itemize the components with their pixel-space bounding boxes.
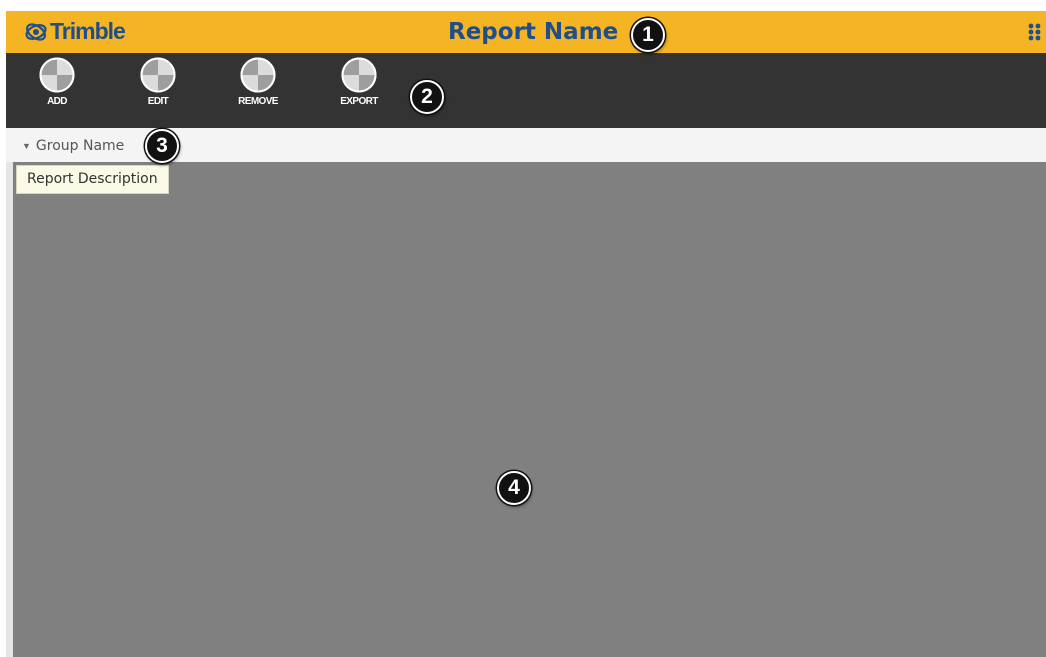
report-content-area: [13, 162, 1046, 657]
callout-3: 3: [145, 129, 179, 163]
apps-grid-icon[interactable]: [1028, 23, 1044, 41]
export-button[interactable]: EXPORT: [329, 57, 389, 121]
header-bar: Trimble Report Name: [6, 11, 1046, 53]
left-gutter: [6, 162, 13, 657]
report-title: Report Name: [448, 19, 619, 45]
remove-icon: [240, 57, 276, 93]
add-button[interactable]: ADD: [27, 57, 87, 121]
group-name: Group Name: [35, 138, 125, 154]
toolbar: ADD EDIT REMOVE EXPORT: [6, 53, 1046, 128]
export-label: EXPORT: [340, 96, 378, 107]
edit-icon: [140, 57, 176, 93]
remove-button[interactable]: REMOVE: [228, 57, 288, 121]
remove-label: REMOVE: [238, 96, 278, 107]
trimble-globe-icon: [25, 22, 47, 41]
triangle-down-icon: ▼: [22, 141, 31, 151]
callout-2: 2: [410, 80, 444, 114]
edit-label: EDIT: [147, 96, 169, 107]
brand-name: Trimble: [50, 18, 126, 44]
edit-button[interactable]: EDIT: [128, 57, 188, 121]
export-icon: [341, 57, 377, 93]
report-page: Trimble Report Name ADD EDIT REMOVE EXPO…: [0, 0, 1046, 657]
report-description-tooltip: Report Description: [16, 165, 169, 194]
trimble-logo[interactable]: Trimble: [24, 18, 126, 45]
callout-1: 1: [631, 18, 665, 52]
add-label: ADD: [47, 96, 67, 107]
group-toggle[interactable]: ▼ Group Name: [22, 138, 124, 154]
callout-4: 4: [497, 471, 531, 505]
add-icon: [39, 57, 75, 93]
